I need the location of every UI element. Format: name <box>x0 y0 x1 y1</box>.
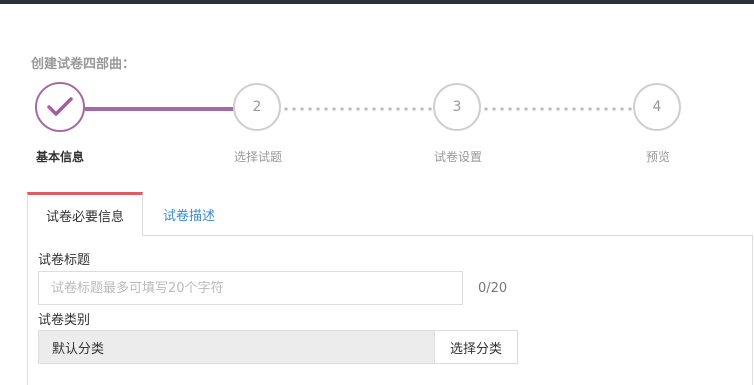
category-label: 试卷类别 <box>38 313 91 328</box>
step-1-label: 基本信息 <box>35 150 84 164</box>
step-2-label: 选择试题 <box>233 150 282 164</box>
step-connector-pending <box>282 107 432 111</box>
category-field: 默认分类 <box>38 330 435 364</box>
step-3-circle[interactable]: 3 <box>433 83 481 131</box>
step-3-label: 试卷设置 <box>433 150 482 164</box>
steps-title: 创建试卷四部曲： <box>31 57 136 72</box>
step-2-circle[interactable]: 2 <box>233 83 281 131</box>
title-input[interactable] <box>38 271 463 305</box>
step-4-label: 预览 <box>645 150 670 164</box>
tab-description[interactable]: 试卷描述 <box>143 192 235 236</box>
step-connector-completed <box>84 107 234 111</box>
title-label: 试卷标题 <box>38 253 91 268</box>
title-char-counter: 0/20 <box>478 281 508 296</box>
step-4-circle[interactable]: 4 <box>633 83 681 131</box>
step-connector-pending <box>482 107 632 111</box>
tab-required-info[interactable]: 试卷必要信息 <box>27 192 143 236</box>
checkmark-icon <box>47 97 73 116</box>
select-category-button[interactable]: 选择分类 <box>434 330 518 364</box>
step-1-circle[interactable] <box>35 82 85 132</box>
tab-bar: 试卷必要信息 试卷描述 <box>27 192 753 236</box>
top-bar <box>0 0 754 4</box>
